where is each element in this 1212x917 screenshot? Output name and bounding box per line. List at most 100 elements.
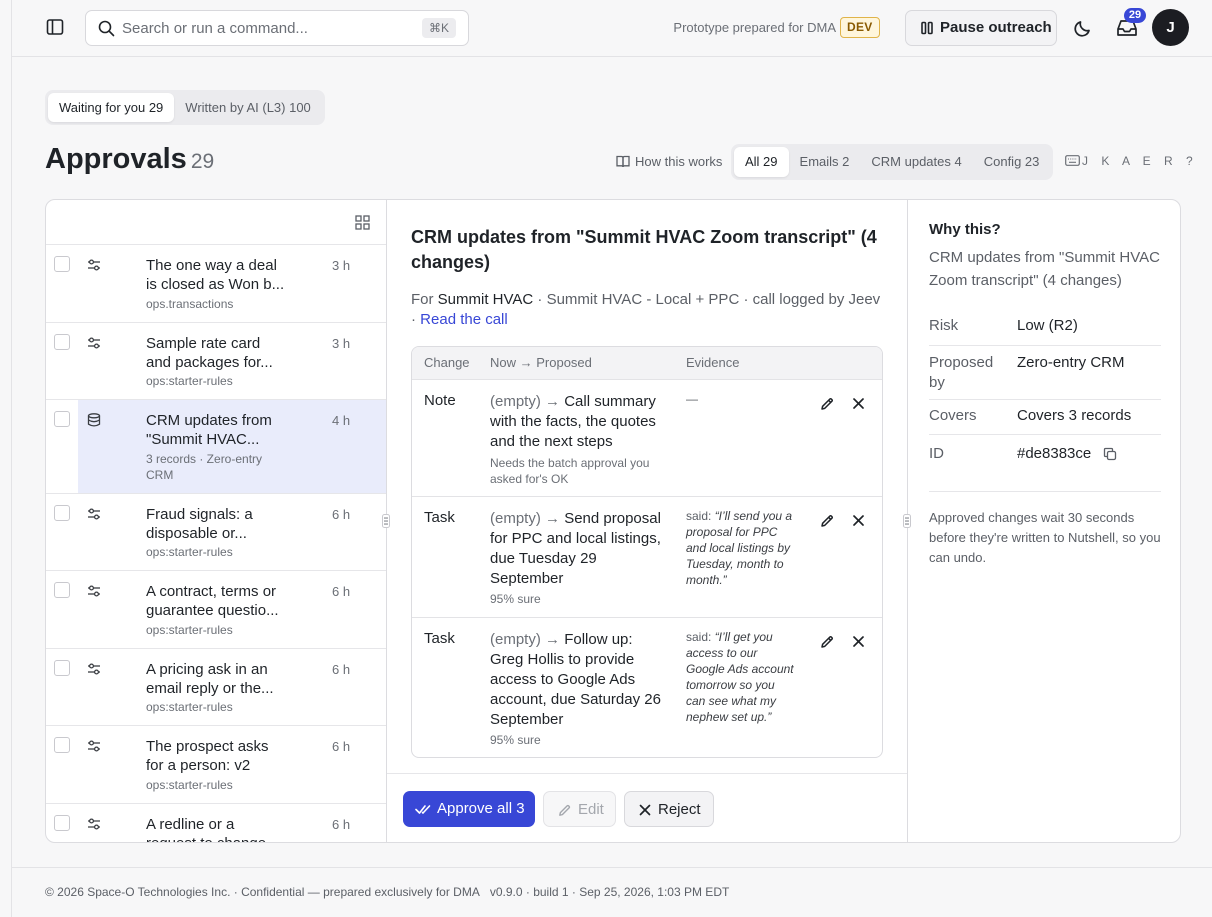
- search-placeholder: Search or run a command...: [122, 20, 308, 37]
- list-item[interactable]: A redline or a request to change... 6 h: [46, 804, 386, 842]
- edit-icon[interactable]: [819, 513, 835, 529]
- tab-waiting-for-you[interactable]: Waiting for you 29: [48, 93, 175, 122]
- list-item-subtitle: ops:starter-rules: [146, 374, 233, 388]
- row-checkbox[interactable]: [54, 660, 70, 676]
- pause-outreach-button[interactable]: Pause outreach: [905, 10, 1057, 46]
- footer-copyright: © 2026 Space-O Technologies Inc. · Confi…: [45, 885, 480, 899]
- detail-meta: For Summit HVAC · Summit HVAC - Local + …: [411, 290, 881, 330]
- edit-icon[interactable]: [819, 634, 835, 650]
- row-checkbox[interactable]: [54, 582, 70, 598]
- risk-row: Risk Low (R2): [929, 316, 1161, 346]
- changes-table: Change Now → Proposed Evidence Note (emp…: [411, 346, 883, 758]
- user-avatar[interactable]: J: [1152, 9, 1189, 46]
- inbox-count-badge: 29: [1124, 8, 1146, 23]
- list-header: [46, 200, 386, 245]
- edit-button[interactable]: Edit: [543, 791, 616, 827]
- why-title: Why this?: [929, 221, 1001, 238]
- sliders-icon: [88, 337, 100, 349]
- change-type: Task: [424, 509, 455, 526]
- change-value: (empty) → Call summary with the facts, t…: [490, 392, 668, 452]
- list-item[interactable]: Sample rate card and packages for... ops…: [46, 323, 386, 400]
- dark-mode-toggle-icon[interactable]: [1073, 18, 1093, 38]
- remove-icon[interactable]: [852, 514, 865, 527]
- remove-icon[interactable]: [852, 635, 865, 648]
- read-the-call-link[interactable]: Read the call: [420, 311, 508, 328]
- list-item-time: 4 h: [332, 413, 351, 428]
- pause-outreach-label: Pause outreach: [940, 19, 1052, 36]
- reject-button[interactable]: Reject: [624, 791, 714, 827]
- filter-crm-updates[interactable]: CRM updates 4: [860, 147, 972, 177]
- copy-icon[interactable]: [1103, 447, 1117, 461]
- double-check-icon: [415, 805, 431, 814]
- covers-value: Covers 3 records: [1017, 407, 1132, 424]
- how-this-works-link[interactable]: How this works: [616, 154, 722, 169]
- list-item-subtitle: 3 records · Zero-entry CRM: [146, 452, 263, 482]
- row-checkbox[interactable]: [54, 737, 70, 753]
- list-item-time: 3 h: [332, 336, 351, 351]
- close-icon: [639, 804, 651, 816]
- list-item-title: The prospect asks for a person: v2: [146, 738, 269, 774]
- undo-window-note: Approved changes wait 30 seconds before …: [929, 510, 1161, 565]
- list-item[interactable]: A pricing ask in an email reply or the..…: [46, 649, 386, 726]
- list-item-title: A pricing ask in an email reply or the..…: [146, 661, 274, 697]
- tab-written-by-ai[interactable]: Written by AI (L3) 100: [174, 93, 322, 122]
- list-item-subtitle: ops:starter-rules: [146, 778, 233, 792]
- change-row: Task (empty) → Send proposal for PPC and…: [412, 496, 882, 617]
- filter-all[interactable]: All 29: [734, 147, 789, 177]
- proposed-by-label: Proposed by: [929, 354, 994, 391]
- pencil-icon: [559, 804, 571, 816]
- changes-table-header: Change Now → Proposed Evidence: [412, 347, 882, 379]
- list-item-title: A contract, terms or guarantee questio..…: [146, 583, 279, 619]
- search-shortcut-hint: ⌘K: [421, 18, 456, 38]
- list-item-time: 6 h: [332, 584, 351, 599]
- change-type: Task: [424, 630, 455, 647]
- list-item-title: Sample rate card and packages for...: [146, 335, 273, 371]
- grid-view-icon[interactable]: [355, 215, 370, 230]
- filter-emails[interactable]: Emails 2: [789, 147, 861, 177]
- filter-config[interactable]: Config 23: [973, 147, 1051, 177]
- list-item-subtitle: ops:starter-rules: [146, 700, 233, 714]
- prototype-label: Prototype prepared for DMA: [673, 20, 836, 35]
- approve-all-button[interactable]: Approve all 3: [403, 791, 535, 827]
- edit-icon[interactable]: [819, 396, 835, 412]
- column-header-evidence: Evidence: [686, 355, 740, 370]
- old-value: (empty): [490, 393, 541, 410]
- why-panel: Why this? CRM updates from "Summit HVAC …: [908, 200, 1180, 842]
- database-icon: [87, 413, 101, 427]
- proposed-by-row: Proposed by Zero-entry CRM: [929, 353, 1161, 400]
- row-checkbox[interactable]: [54, 256, 70, 272]
- arrow: →: [545, 510, 561, 527]
- footer-version: v0.9.0 · build 1 · Sep 25, 2026, 1:03 PM…: [489, 885, 730, 899]
- list-item[interactable]: The prospect asks for a person: v2 ops:s…: [46, 726, 386, 804]
- approval-detail: CRM updates from "Summit HVAC Zoom trans…: [387, 200, 908, 842]
- command-search[interactable]: Search or run a command... ⌘K: [85, 10, 469, 46]
- footer: © 2026 Space-O Technologies Inc. · Confi…: [45, 885, 729, 899]
- detail-title: CRM updates from "Summit HVAC Zoom trans…: [411, 227, 877, 272]
- evidence-prefix: —: [686, 392, 698, 406]
- meta-prefix: For: [411, 291, 438, 308]
- list-item[interactable]: Fraud signals: a disposable or... ops:st…: [46, 494, 386, 571]
- list-item[interactable]: The one way a deal is closed as Won b...…: [46, 245, 386, 323]
- search-icon: [98, 20, 115, 37]
- list-item-time: 6 h: [332, 817, 351, 832]
- row-checkbox[interactable]: [54, 411, 70, 427]
- list-item-selected[interactable]: CRM updates from "Summit HVAC... 3 recor…: [46, 400, 386, 494]
- row-checkbox[interactable]: [54, 815, 70, 831]
- row-checkbox[interactable]: [54, 334, 70, 350]
- sidebar-toggle-icon[interactable]: [46, 18, 64, 36]
- list-item-time: 3 h: [332, 258, 351, 273]
- column-header-change: Change: [424, 355, 470, 370]
- meta-company: Summit HVAC: [437, 291, 534, 308]
- row-checkbox[interactable]: [54, 505, 70, 521]
- keyboard-icon: [1065, 155, 1080, 166]
- approvals-panel: The one way a deal is closed as Won b...…: [45, 199, 1181, 843]
- remove-icon[interactable]: [852, 397, 865, 410]
- list-item[interactable]: A contract, terms or guarantee questio..…: [46, 571, 386, 649]
- approvals-list: The one way a deal is closed as Won b...…: [46, 200, 387, 842]
- keyboard-shortcuts[interactable]: J K A E R ?: [1065, 154, 1198, 168]
- evidence-prefix: said:: [686, 630, 715, 644]
- change-type: Note: [424, 392, 456, 409]
- page-title: Approvals 29: [45, 143, 214, 176]
- list-item-time: 6 h: [332, 507, 351, 522]
- change-confidence: 95% sure: [490, 733, 541, 747]
